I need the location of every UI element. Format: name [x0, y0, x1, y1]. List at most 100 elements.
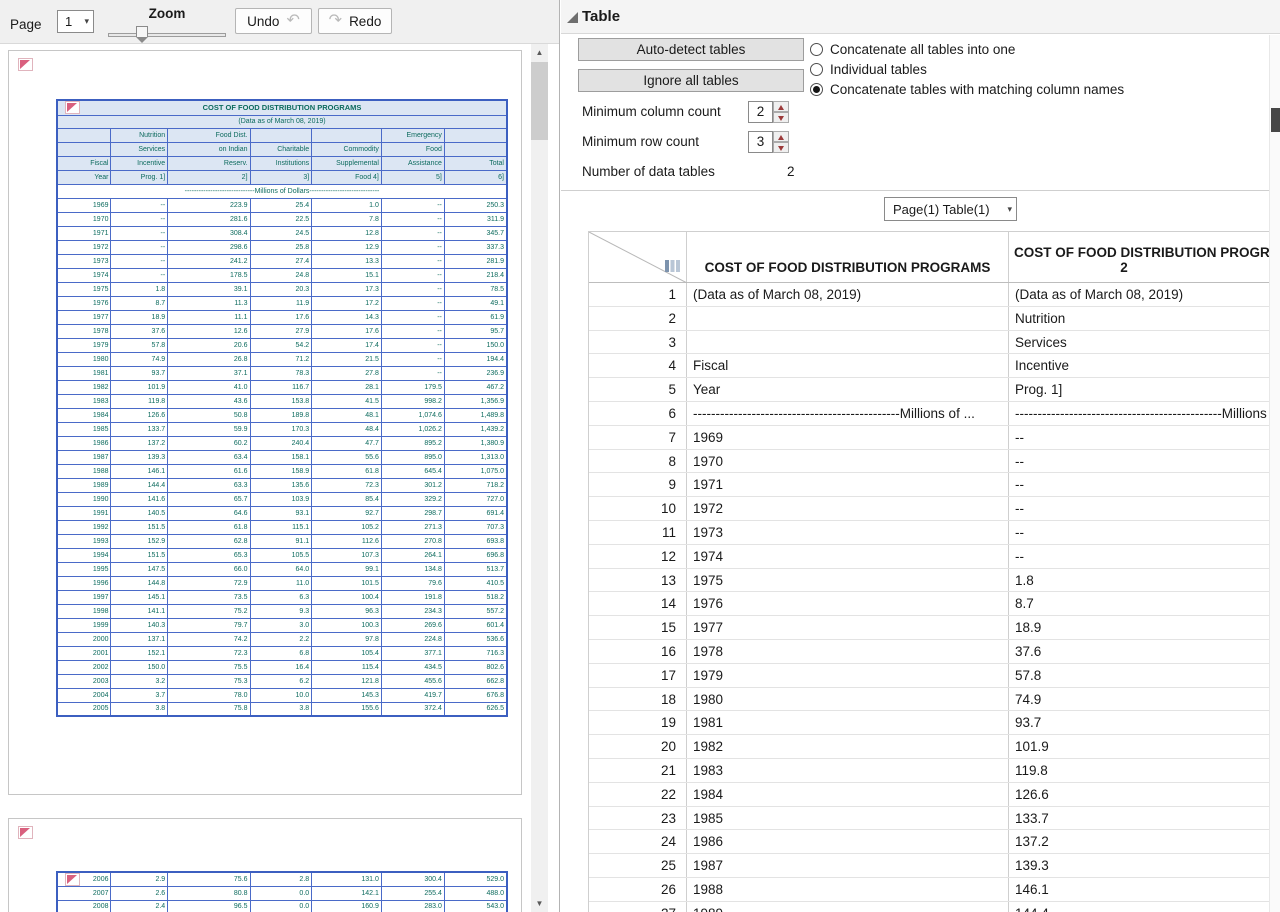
row-number-cell[interactable]: 12	[589, 545, 687, 568]
grid-cell[interactable]: 1971	[687, 473, 1009, 496]
preview-table-2[interactable]: 20062.975.62.8131.0300.4529.020072.680.8…	[56, 871, 508, 912]
row-number-cell[interactable]: 23	[589, 807, 687, 830]
page-marker-icon[interactable]	[18, 826, 33, 839]
row-number-cell[interactable]: 9	[589, 473, 687, 496]
grid-cell[interactable]: ----------------------------------------…	[1009, 402, 1280, 425]
scroll-down-icon[interactable]: ▼	[531, 895, 548, 912]
row-number-cell[interactable]: 18	[589, 688, 687, 711]
page-marker-icon[interactable]	[18, 58, 33, 71]
table-row[interactable]: 16197837.6	[589, 640, 1280, 664]
grid-cell[interactable]: 1970	[687, 450, 1009, 473]
table-row[interactable]: 71969--	[589, 426, 1280, 450]
grid-cell[interactable]: --	[1009, 545, 1280, 568]
table-row[interactable]: 221984126.6	[589, 783, 1280, 807]
grid-cell[interactable]: --	[1009, 473, 1280, 496]
select-columns-icon[interactable]	[665, 259, 681, 273]
row-number-cell[interactable]: 5	[589, 378, 687, 401]
grid-cell[interactable]: 37.6	[1009, 640, 1280, 663]
table-panel-header[interactable]: Table	[561, 0, 1280, 34]
table-row[interactable]: 15197718.9	[589, 616, 1280, 640]
table-row[interactable]: 251987139.3	[589, 854, 1280, 878]
grid-cell[interactable]: 93.7	[1009, 711, 1280, 734]
detected-table-2[interactable]: 20062.975.62.8131.0300.4529.020072.680.8…	[56, 871, 508, 912]
scrollbar-thumb[interactable]	[1271, 108, 1280, 132]
table-row[interactable]: 18198074.9	[589, 688, 1280, 712]
preview-table-1[interactable]: COST OF FOOD DISTRIBUTION PROGRAMS(Data …	[56, 99, 508, 717]
min-column-count-input[interactable]: 2	[748, 101, 773, 123]
row-number-cell[interactable]: 16	[589, 640, 687, 663]
stepper-up-icon[interactable]	[773, 131, 789, 142]
table-row[interactable]: 201982101.9	[589, 735, 1280, 759]
grid-cell[interactable]: 1972	[687, 497, 1009, 520]
scroll-up-icon[interactable]: ▲	[531, 44, 548, 61]
row-number-cell[interactable]: 10	[589, 497, 687, 520]
grid-cell[interactable]: 1980	[687, 688, 1009, 711]
row-number-cell[interactable]: 25	[589, 854, 687, 877]
grid-cell[interactable]: 1969	[687, 426, 1009, 449]
stepper-up-icon[interactable]	[773, 101, 789, 112]
radio-option[interactable]: Concatenate all tables into one	[810, 39, 1124, 59]
grid-cell[interactable]	[687, 331, 1009, 354]
grid-cell[interactable]: Year	[687, 378, 1009, 401]
grid-cell[interactable]: 1982	[687, 735, 1009, 758]
table-row[interactable]: 91971--	[589, 473, 1280, 497]
grid-cell[interactable]	[687, 307, 1009, 330]
table-row[interactable]: 5YearProg. 1]	[589, 378, 1280, 402]
grid-cell[interactable]: --	[1009, 521, 1280, 544]
table-row[interactable]: 1(Data as of March 08, 2019)(Data as of …	[589, 283, 1280, 307]
table-row[interactable]: 4FiscalIncentive	[589, 354, 1280, 378]
stepper-down-icon[interactable]	[773, 142, 789, 153]
table-row[interactable]: 1419768.7	[589, 592, 1280, 616]
row-number-cell[interactable]: 7	[589, 426, 687, 449]
grid-cell[interactable]: 1.8	[1009, 569, 1280, 592]
grid-cell[interactable]: 146.1	[1009, 878, 1280, 901]
table-row[interactable]: 81970--	[589, 450, 1280, 474]
table-row[interactable]: 261988146.1	[589, 878, 1280, 902]
row-number-cell[interactable]: 17	[589, 664, 687, 687]
grid-cell[interactable]: 144.4	[1009, 902, 1280, 912]
row-number-cell[interactable]: 22	[589, 783, 687, 806]
redo-button[interactable]: ↷ Redo	[318, 8, 392, 34]
row-number-cell[interactable]: 11	[589, 521, 687, 544]
row-number-cell[interactable]: 13	[589, 569, 687, 592]
grid-cell[interactable]: 133.7	[1009, 807, 1280, 830]
table-row[interactable]: 1319751.8	[589, 569, 1280, 593]
grid-cell[interactable]: 1977	[687, 616, 1009, 639]
page-select[interactable]: 1 ▾	[57, 10, 94, 33]
row-number-cell[interactable]: 19	[589, 711, 687, 734]
row-number-cell[interactable]: 8	[589, 450, 687, 473]
radio-icon[interactable]	[810, 83, 823, 96]
table-marker-icon[interactable]	[65, 873, 80, 886]
grid-cell[interactable]: 126.6	[1009, 783, 1280, 806]
radio-icon[interactable]	[810, 63, 823, 76]
radio-option[interactable]: Concatenate tables with matching column …	[810, 79, 1124, 99]
table-row[interactable]: 3Services	[589, 331, 1280, 355]
grid-cell[interactable]: 1986	[687, 830, 1009, 853]
grid-cell[interactable]: 1973	[687, 521, 1009, 544]
grid-cell[interactable]: 1976	[687, 592, 1009, 615]
grid-cell[interactable]: 119.8	[1009, 759, 1280, 782]
row-number-cell[interactable]: 26	[589, 878, 687, 901]
row-number-cell[interactable]: 4	[589, 354, 687, 377]
row-number-cell[interactable]: 24	[589, 830, 687, 853]
grid-cell[interactable]: 1979	[687, 664, 1009, 687]
scrollbar-thumb[interactable]	[531, 62, 548, 140]
row-number-cell[interactable]: 3	[589, 331, 687, 354]
grid-cell[interactable]: 1987	[687, 854, 1009, 877]
grid-cell[interactable]: 1989	[687, 902, 1009, 912]
grid-cell[interactable]: 1974	[687, 545, 1009, 568]
table-row[interactable]: 101972--	[589, 497, 1280, 521]
table-row[interactable]: 241986137.2	[589, 830, 1280, 854]
grid-cell[interactable]: 18.9	[1009, 616, 1280, 639]
column-header-1[interactable]: COST OF FOOD DISTRIBUTION PROGRAMS	[687, 232, 1009, 282]
stepper-down-icon[interactable]	[773, 112, 789, 123]
row-number-cell[interactable]: 6	[589, 402, 687, 425]
preview-scrollbar[interactable]: ▲ ▼	[531, 44, 548, 912]
row-number-cell[interactable]: 1	[589, 283, 687, 306]
panel-scrollbar[interactable]	[1269, 35, 1280, 912]
column-header-2[interactable]: COST OF FOOD DISTRIBUTION PROGRAMS 2	[1009, 232, 1280, 282]
grid-cell[interactable]: Prog. 1]	[1009, 378, 1280, 401]
detected-table-1[interactable]: COST OF FOOD DISTRIBUTION PROGRAMS(Data …	[56, 99, 508, 717]
grid-cell[interactable]: --	[1009, 450, 1280, 473]
row-number-cell[interactable]: 27	[589, 902, 687, 912]
